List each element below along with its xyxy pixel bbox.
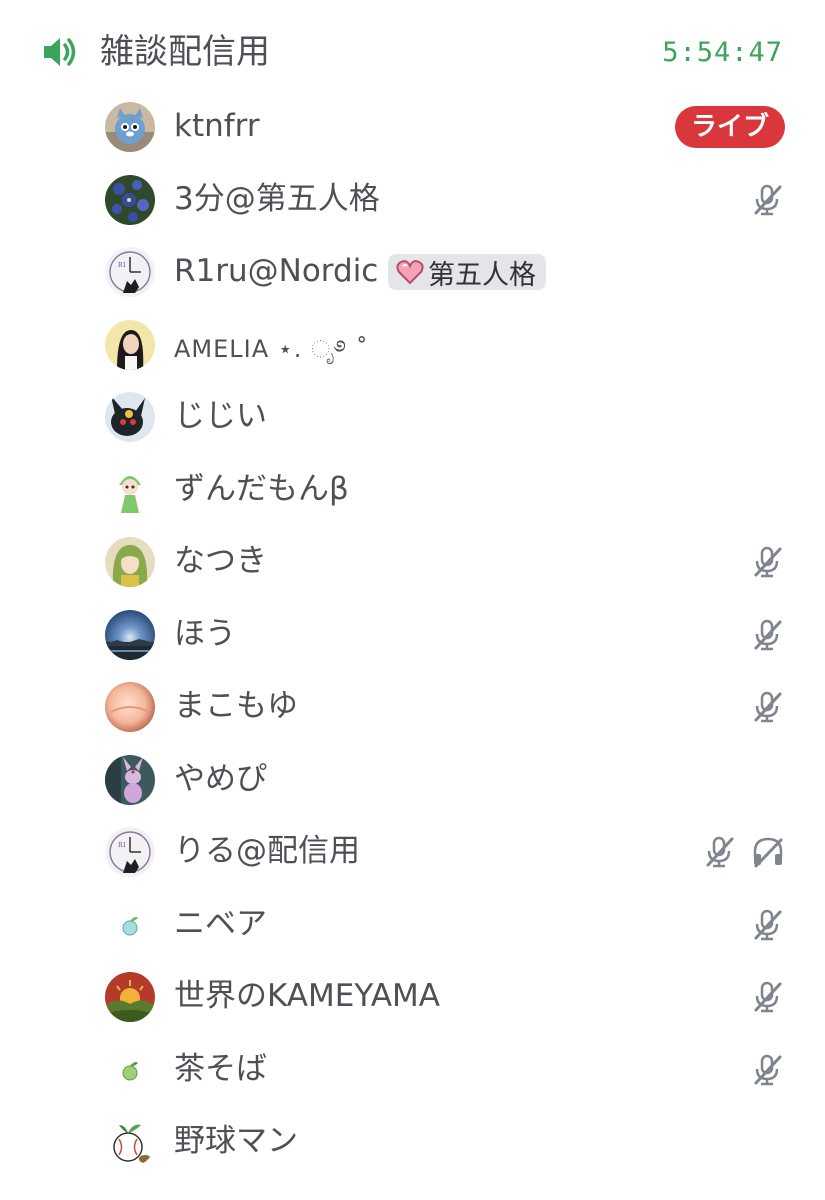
sunset-hills-avatar bbox=[105, 972, 155, 1022]
role-label: 第五人格 bbox=[428, 259, 536, 291]
pink-heart-icon bbox=[396, 260, 424, 285]
voice-member-row[interactable]: ニベア bbox=[0, 888, 825, 961]
mic-off-icon bbox=[751, 690, 785, 724]
voice-member-list: ktnfrr ライブ 3分@第五人格 R1 R1ru@Nordic 第五人格 A… bbox=[0, 90, 825, 1178]
voice-member-row[interactable]: まこもゆ bbox=[0, 670, 825, 743]
voice-member-row[interactable]: 世界のKAMEYAMA bbox=[0, 960, 825, 1033]
mic-off-icon bbox=[751, 545, 785, 579]
umbreon-avatar bbox=[105, 392, 155, 442]
baseball-sprout-avatar bbox=[105, 1117, 155, 1167]
channel-name: 雑談配信用 bbox=[100, 32, 270, 72]
member-name: R1ru@Nordic bbox=[174, 253, 379, 289]
voice-member-row[interactable]: R1 R1ru@Nordic 第五人格 bbox=[0, 235, 825, 308]
voice-member-row[interactable]: 茶そば bbox=[0, 1033, 825, 1106]
voice-member-row[interactable]: じじい bbox=[0, 380, 825, 453]
clock-wolf-avatar: R1 bbox=[105, 247, 155, 297]
voice-member-row[interactable]: やめぴ bbox=[0, 743, 825, 816]
role-tag: 第五人格 bbox=[388, 254, 546, 291]
member-name: 3分@第五人格 bbox=[174, 180, 380, 217]
green-sprout-avatar bbox=[105, 1044, 155, 1095]
voice-member-row[interactable]: AMELIA ⋆. ೃ࿔ ˚ bbox=[0, 308, 825, 381]
espeon-avatar bbox=[105, 754, 155, 805]
green-hair-girl-avatar bbox=[105, 537, 155, 587]
voice-member-row[interactable]: ほう bbox=[0, 598, 825, 671]
member-name: やめぴ bbox=[174, 760, 267, 797]
girl-yellow-avatar bbox=[105, 319, 155, 370]
channel-timer: 5:54:47 bbox=[662, 37, 783, 68]
voice-member-row[interactable]: R1 りる@配信用 bbox=[0, 815, 825, 888]
cat-plush-avatar bbox=[105, 102, 155, 152]
peach-avatar bbox=[105, 682, 155, 732]
member-name: ほう bbox=[174, 615, 236, 652]
member-name: 野球マン bbox=[174, 1123, 298, 1159]
voice-member-row[interactable]: ずんだもんβ bbox=[0, 453, 825, 526]
member-name: じじい bbox=[174, 398, 267, 434]
headphones-off-icon bbox=[751, 835, 785, 869]
mic-off-icon bbox=[751, 1053, 785, 1087]
mic-off-icon bbox=[751, 183, 785, 217]
mic-off-icon bbox=[751, 980, 785, 1014]
voice-member-row[interactable]: 野球マン bbox=[0, 1105, 825, 1178]
zundamon-avatar bbox=[105, 464, 155, 515]
member-name: なつき bbox=[174, 543, 267, 579]
member-name: 茶そば bbox=[174, 1050, 267, 1087]
voice-member-row[interactable]: 3分@第五人格 bbox=[0, 163, 825, 236]
speaker-icon bbox=[44, 38, 76, 66]
mint-sprout-avatar bbox=[105, 899, 155, 950]
svg-text:R1: R1 bbox=[118, 842, 126, 849]
mic-off-icon bbox=[703, 835, 737, 869]
night-sky-avatar bbox=[105, 609, 155, 660]
voice-member-row[interactable]: なつき bbox=[0, 525, 825, 598]
clock-wolf-avatar: R1 bbox=[105, 827, 155, 877]
voice-channel-header[interactable]: 雑談配信用 5:54:47 bbox=[0, 18, 825, 88]
member-name: ずんだもんβ bbox=[174, 470, 349, 507]
member-name: りる@配信用 bbox=[174, 833, 360, 869]
voice-member-row[interactable]: ktnfrr ライブ bbox=[0, 90, 825, 163]
blue-flowers-avatar bbox=[105, 174, 155, 225]
svg-text:R1: R1 bbox=[118, 262, 126, 269]
member-name: まこもゆ bbox=[174, 688, 298, 724]
member-name: 世界のKAMEYAMA bbox=[174, 978, 441, 1014]
live-badge: ライブ bbox=[674, 106, 785, 148]
mic-off-icon bbox=[751, 908, 785, 942]
mic-off-icon bbox=[751, 618, 785, 652]
member-name: ニベア bbox=[174, 905, 267, 942]
member-name: ktnfrr bbox=[174, 108, 260, 144]
member-name: AMELIA ⋆. ೃ࿔ ˚ bbox=[174, 334, 369, 363]
